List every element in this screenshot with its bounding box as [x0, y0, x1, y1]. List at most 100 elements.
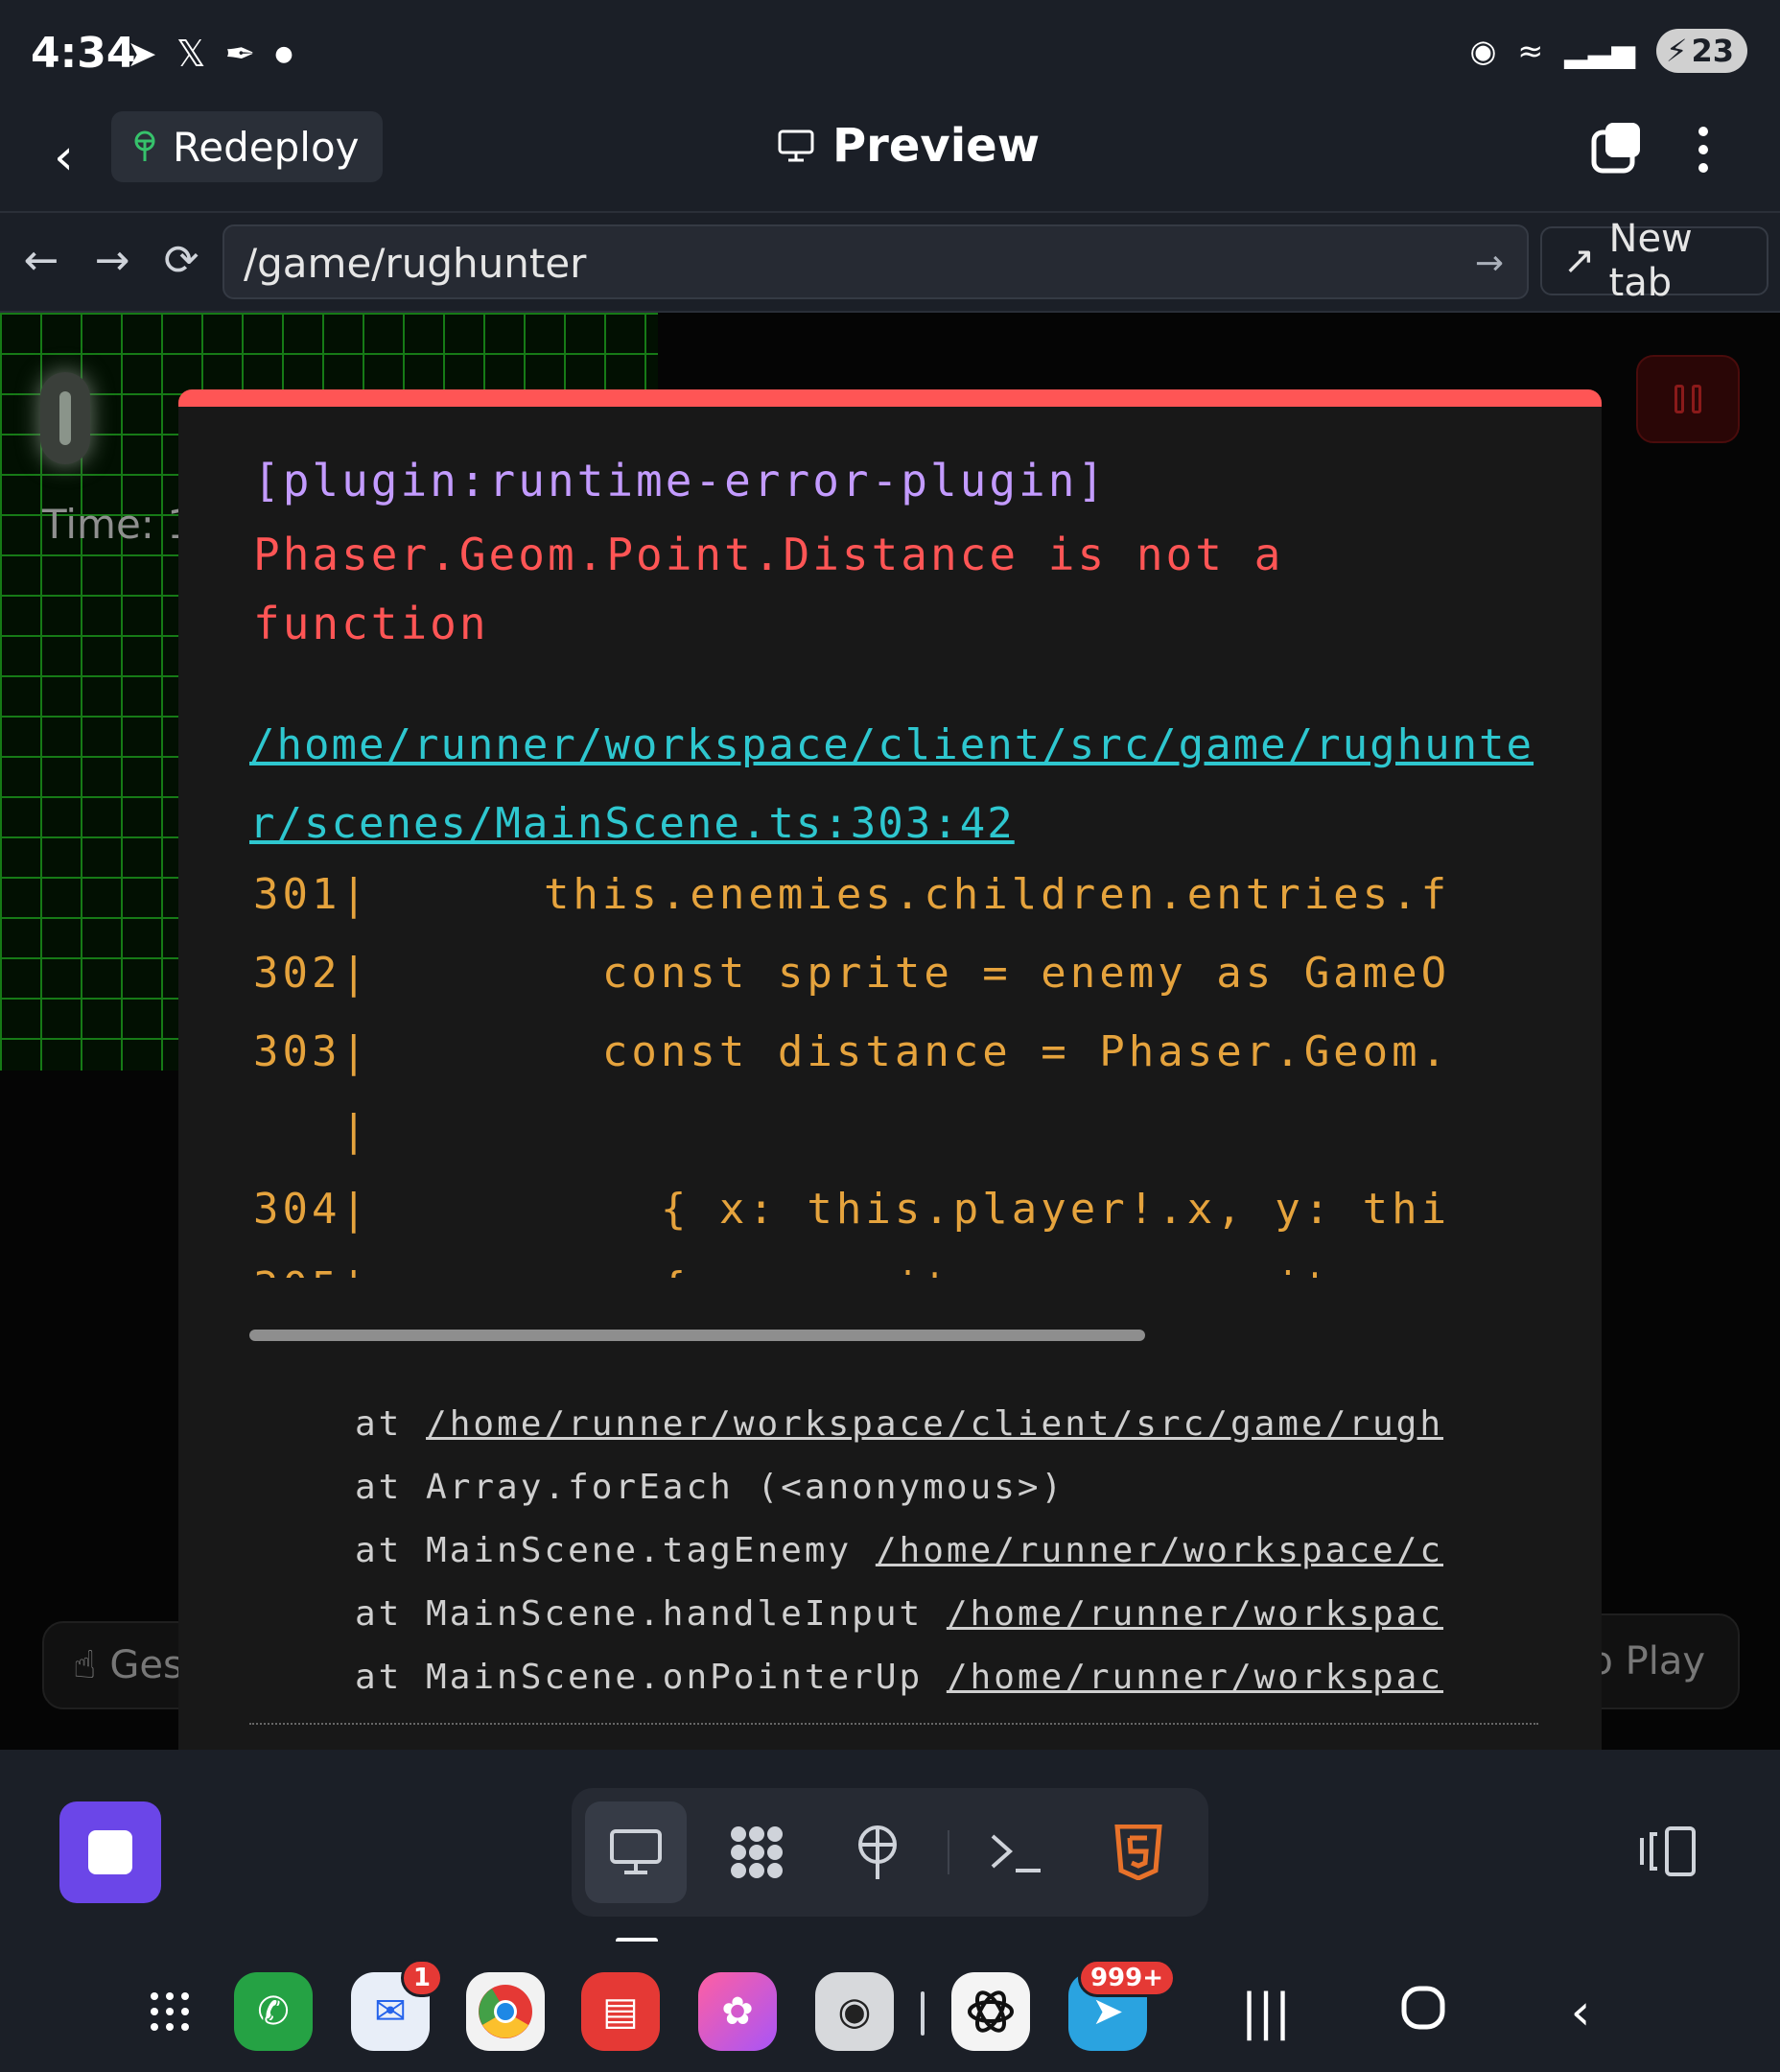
new-tab-button[interactable]: ↗ New tab [1540, 217, 1768, 305]
reload-icon[interactable]: ⟳ [157, 232, 205, 290]
status-time: 4:34 [31, 29, 136, 78]
go-arrow-icon[interactable]: → [1475, 244, 1504, 283]
code-text: const sprite = enemy as GameO [368, 949, 1451, 998]
code-text: this.enemies.children.entries.f [368, 870, 1451, 919]
stack-prefix: at [355, 1658, 427, 1697]
code-text: { x: sprite.x, y: sprite.y [368, 1263, 1421, 1278]
console-tool-button[interactable] [965, 1801, 1066, 1903]
dot-icon [1698, 145, 1708, 154]
monitor-icon [610, 1829, 662, 1874]
home-circle-icon [1401, 1986, 1445, 2030]
stack-prefix: at [355, 1404, 427, 1444]
recent-apps-button[interactable]: ||| [1237, 1984, 1295, 2041]
messages-badge: 1 [400, 1959, 443, 1997]
preview-title: Preview [777, 119, 1040, 173]
battery-indicator: ⚡ 23 [1656, 29, 1747, 73]
chrome-app-icon[interactable] [466, 1972, 545, 2051]
more-options-button[interactable] [1684, 121, 1722, 178]
app-header: ‹ Redeploy Preview [0, 106, 1780, 213]
system-back-button[interactable]: ‹ [1552, 1984, 1609, 2041]
telegram-app-icon[interactable]: ➤ 999+ [1068, 1959, 1176, 2051]
stack-link[interactable]: /home/runner/workspac [947, 1594, 1443, 1634]
code-line: 303| const distance = Phaser.Geom. [253, 1013, 1538, 1092]
stack-frame: at Array.forEach (<anonymous>) [355, 1456, 1536, 1519]
stack-prefix: at [355, 1594, 427, 1634]
stack-frame: at MainScene.handleInput /home/runner/wo… [355, 1583, 1536, 1646]
stop-button[interactable] [59, 1801, 161, 1903]
tabs-button[interactable] [1588, 117, 1648, 177]
deploy-icon [134, 130, 155, 161]
camera-app-icon[interactable]: ◉ [815, 1972, 894, 2051]
back-button[interactable]: ‹ [54, 129, 102, 186]
play-hint-text: o Play [1589, 1639, 1705, 1684]
location-icon: ◉ [1469, 33, 1497, 69]
url-bar[interactable]: /game/rughunter → [222, 224, 1529, 299]
panel-toggle-button[interactable] [1638, 1825, 1699, 1878]
feather-notification-icon: ✒ [224, 33, 256, 75]
home-button[interactable] [1394, 1984, 1452, 2041]
preview-tool-button[interactable] [585, 1801, 687, 1903]
status-bar: 4:34 ➤ 𝕏 ✒ ● ◉ ≈ ▂▃▅ ⚡ 23 [0, 0, 1780, 106]
battery-level: 23 [1691, 33, 1734, 69]
redeploy-label: Redeploy [173, 123, 360, 171]
monitor-icon [778, 130, 814, 162]
code-text: { x: this.player!.x, y: thi [368, 1185, 1451, 1234]
dot-icon [1698, 163, 1708, 173]
chatgpt-logo-icon [968, 1990, 1014, 2033]
notes-app-icon[interactable]: ▤ [581, 1972, 660, 2051]
line-number: 305| [253, 1249, 368, 1278]
html-tool-button[interactable] [1088, 1801, 1189, 1903]
pause-button[interactable] [1636, 355, 1740, 443]
telegram-notification-icon: ➤ [127, 33, 157, 75]
error-overlay[interactable]: [plugin:runtime-error-plugin] Phaser.Geo… [178, 389, 1602, 1750]
browser-forward-icon[interactable]: → [88, 232, 136, 290]
telegram-badge: 999+ [1077, 1959, 1176, 1997]
tool-separator [948, 1830, 949, 1874]
stack-link[interactable]: /home/runner/workspace/client/src/game/r… [426, 1404, 1443, 1444]
stack-frame: at MainScene.onPointerUp /home/runner/wo… [355, 1646, 1536, 1709]
pointing-hand-icon: ☝ [73, 1643, 97, 1687]
redeploy-button[interactable]: Redeploy [111, 111, 383, 182]
new-tab-label: New tab [1608, 217, 1693, 305]
time-label: Time: 1 [42, 501, 194, 548]
stack-function: MainScene.onPointerUp [426, 1658, 947, 1697]
tool-switcher [572, 1788, 1208, 1917]
chatgpt-app-icon[interactable] [951, 1972, 1030, 2051]
page-title: Preview [832, 119, 1041, 173]
line-number: 304| [253, 1185, 370, 1234]
error-plugin: [plugin:runtime-error-plugin] [253, 455, 1108, 506]
stack-frame: at /home/runner/workspace/client/src/gam… [355, 1393, 1536, 1456]
deploy-icon [858, 1825, 897, 1879]
code-line: 304| { x: this.player!.x, y: thi [253, 1170, 1538, 1249]
grid-dots-icon [731, 1826, 783, 1878]
phone-app-icon[interactable]: ✆ [234, 1972, 313, 2051]
messages-app-icon[interactable]: ✉ 1 [351, 1959, 443, 2051]
stack-function: MainScene.tagEnemy [426, 1531, 876, 1570]
error-file-link[interactable]: /home/runner/workspace/client/src/game/r… [249, 706, 1540, 863]
deploy-tool-button[interactable] [827, 1801, 928, 1903]
stack-link[interactable]: /home/runner/workspace/c [876, 1531, 1443, 1570]
external-link-icon: ↗ [1563, 239, 1596, 283]
stack-link[interactable]: /home/runner/workspac [947, 1658, 1443, 1697]
dot-icon: ● [274, 41, 293, 66]
browser-back-icon[interactable]: ← [17, 232, 65, 290]
dot-icon [1698, 127, 1708, 136]
gallery-app-icon[interactable]: ✿ [698, 1972, 777, 2051]
code-text: const distance = Phaser.Geom. [368, 1027, 1451, 1076]
gesture-hint-text: Ges [109, 1643, 183, 1687]
apps-tool-button[interactable] [706, 1801, 808, 1903]
code-line: | [253, 1092, 1538, 1170]
code-line: 301| this.enemies.children.entries.f [253, 856, 1538, 934]
stack-frame: at MainScene.tagEnemy /home/runner/works… [355, 1519, 1536, 1583]
code-scrollbar[interactable] [249, 1330, 1145, 1341]
tabs-icon [1591, 123, 1640, 174]
url-input[interactable]: /game/rughunter [244, 240, 586, 287]
app-drawer-dots-icon [151, 1992, 189, 2031]
html5-icon [1114, 1825, 1162, 1880]
app-drawer-icon[interactable] [130, 1972, 209, 2051]
code-line: 305| { x: sprite.x, y: sprite.y [253, 1249, 1538, 1278]
stack-prefix: at [355, 1468, 427, 1507]
chrome-logo-icon [479, 1985, 532, 2038]
x-notification-icon: 𝕏 [176, 33, 206, 75]
wifi-icon: ≈ [1517, 33, 1544, 69]
